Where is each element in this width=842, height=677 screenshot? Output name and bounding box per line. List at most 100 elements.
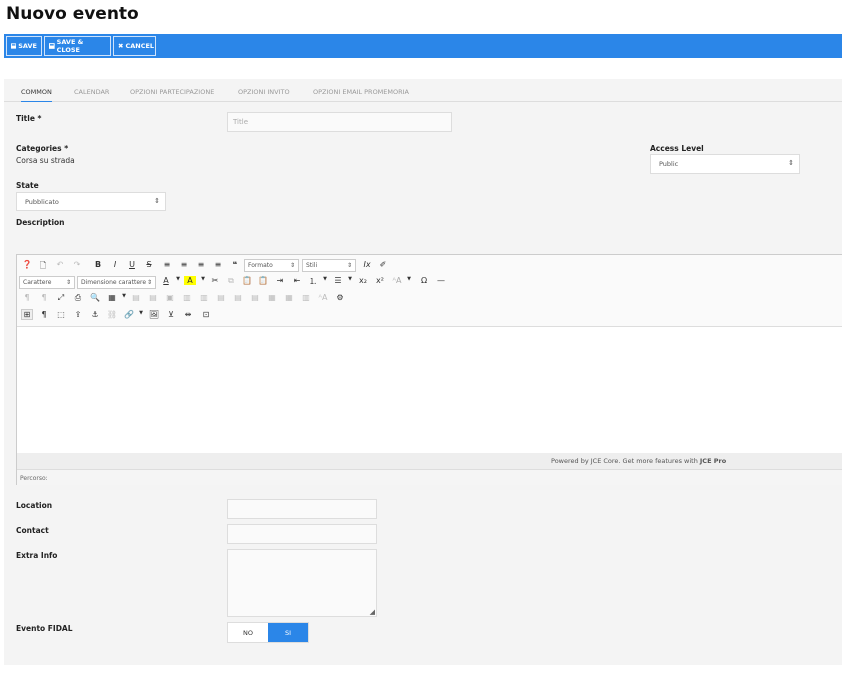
chevron-down-icon[interactable]: ▼ (344, 276, 356, 282)
categories-value[interactable]: Corsa su strada (16, 156, 75, 165)
save-close-button[interactable]: SAVE & CLOSE (44, 36, 111, 56)
link-icon[interactable]: 🔗 (123, 310, 135, 319)
code-icon[interactable]: ⊡ (200, 310, 212, 319)
ltr-icon[interactable]: ¶ (21, 293, 33, 302)
paste-icon[interactable]: 📋 (241, 276, 253, 285)
table-row-icon[interactable]: ▤ (130, 293, 142, 302)
fidal-si-option[interactable]: SI (268, 623, 308, 642)
undo-icon[interactable]: ↶ (54, 260, 66, 269)
font-family-select[interactable]: Carattere ⇕ (19, 276, 75, 289)
chevron-down-icon[interactable]: ▼ (135, 310, 147, 316)
read-more-icon[interactable]: ⊻ (165, 310, 177, 319)
bold-icon[interactable]: B (92, 260, 104, 269)
font-size-adjust-icon[interactable]: ᴬA (391, 276, 403, 285)
font-size-select[interactable]: Dimensione carattere ⇕ (77, 276, 156, 289)
help-icon[interactable]: ❓ (21, 260, 33, 269)
select-arrow-icon: ⇕ (146, 279, 152, 286)
image-icon[interactable]: 🖼 (148, 310, 160, 319)
cleanup-icon[interactable]: ✐ (377, 260, 389, 269)
special-chars-icon[interactable]: Ω (418, 276, 430, 285)
fullscreen-icon[interactable]: ⤢ (55, 293, 67, 303)
tab-opzioni-invito[interactable]: OPZIONI INVITO (238, 88, 290, 96)
unlink-icon[interactable]: ⛓ (106, 310, 118, 319)
show-blocks-icon[interactable]: ¶ (38, 310, 50, 319)
save-icon (49, 43, 55, 49)
styles-select[interactable]: Stili ⇕ (302, 259, 356, 272)
location-input[interactable] (227, 499, 377, 519)
cancel-label: CANCEL (125, 42, 155, 50)
chevron-down-icon[interactable]: ▼ (403, 276, 415, 282)
strikethrough-icon[interactable]: S (143, 260, 155, 269)
anchor-icon[interactable]: ⚓ (89, 310, 101, 319)
background-color-icon[interactable]: A (184, 276, 196, 285)
align-right-icon[interactable]: ≡ (212, 260, 224, 269)
redo-icon[interactable]: ↷ (71, 260, 83, 269)
access-level-label: Access Level (650, 144, 704, 153)
contact-input[interactable] (227, 524, 377, 544)
resize-handle-icon[interactable]: ◢ (370, 608, 375, 616)
column-before-icon[interactable]: ▥ (181, 293, 193, 302)
tab-opzioni-partecipazione[interactable]: OPZIONI PARTECIPAZIONE (130, 88, 214, 96)
copy-icon[interactable]: ⧉ (225, 276, 237, 286)
editor-content-area[interactable] (17, 327, 842, 453)
align-center-icon[interactable]: ≡ (178, 260, 190, 269)
chevron-down-icon[interactable]: ▼ (197, 276, 209, 282)
new-document-icon[interactable]: 🗋 (37, 260, 49, 274)
tab-opzioni-email-promemoria[interactable]: OPZIONI EMAIL PROMEMORIA (313, 88, 409, 96)
visual-aid-icon[interactable]: ⊞ (21, 309, 33, 320)
chevron-down-icon[interactable]: ▼ (319, 276, 331, 282)
table-delete-icon[interactable]: ▣ (164, 293, 176, 302)
row-after-icon[interactable]: ▤ (232, 293, 244, 302)
underline-icon[interactable]: U (126, 260, 138, 269)
chevron-down-icon[interactable]: ▼ (118, 293, 130, 299)
delete-column-icon[interactable]: ▥ (300, 293, 312, 302)
row-before-icon[interactable]: ▤ (215, 293, 227, 302)
spellcheck-icon[interactable]: ᴬA (317, 293, 329, 302)
access-level-select[interactable]: Public ⇕ (650, 154, 800, 174)
chevron-down-icon[interactable]: ▼ (172, 276, 184, 282)
select-arrow-icon: ⇕ (65, 279, 71, 286)
upload-icon[interactable]: ⇪ (72, 310, 84, 319)
jce-pro-link[interactable]: JCE Pro (700, 457, 726, 465)
table-icon[interactable]: ▦ (106, 293, 118, 302)
rtl-icon[interactable]: ¶ (38, 293, 50, 302)
indent-icon[interactable]: ⇥ (274, 276, 286, 285)
description-label: Description (16, 218, 65, 227)
paste-text-icon[interactable]: 📋 (257, 276, 269, 285)
action-toolbar: SAVE SAVE & CLOSE ✖ CANCEL (4, 34, 842, 58)
clear-formatting-icon[interactable]: Ix (361, 260, 373, 269)
print-icon[interactable]: ⎙ (72, 293, 84, 303)
state-select[interactable]: Pubblicato ⇕ (16, 192, 166, 211)
column-after-icon[interactable]: ▥ (198, 293, 210, 302)
search-icon[interactable]: 🔍 (89, 293, 101, 302)
align-justify-icon[interactable]: ≡ (161, 260, 173, 269)
bullet-list-icon[interactable]: ☰ (332, 276, 344, 285)
cut-icon[interactable]: ✂ (209, 276, 221, 285)
blockquote-icon[interactable]: ❝ (229, 260, 241, 269)
save-button[interactable]: SAVE (6, 36, 42, 56)
split-cells-icon[interactable]: ▦ (266, 293, 278, 302)
horizontal-rule-icon[interactable]: — (435, 276, 447, 285)
extra-info-textarea[interactable]: ◢ (227, 549, 377, 617)
align-left-icon[interactable]: ≡ (195, 260, 207, 269)
cancel-button[interactable]: ✖ CANCEL (113, 36, 156, 56)
numbered-list-icon[interactable]: ⒈ (307, 276, 319, 287)
title-input[interactable]: Title (227, 112, 452, 132)
fidal-no-option[interactable]: NO (228, 623, 268, 642)
text-color-icon[interactable]: A (160, 276, 172, 285)
subscript-icon[interactable]: x₂ (357, 276, 369, 285)
gear-icon[interactable]: ⚙ (334, 293, 346, 302)
save-icon (11, 43, 17, 49)
tab-calendar[interactable]: CALENDAR (74, 88, 109, 96)
delete-row-icon[interactable]: ▤ (249, 293, 261, 302)
italic-icon[interactable]: I (109, 260, 121, 269)
superscript-icon[interactable]: x² (374, 276, 386, 285)
insert-layer-icon[interactable]: ⬚ (55, 310, 67, 319)
merge-cells-icon[interactable]: ▦ (283, 293, 295, 302)
table-props-icon[interactable]: ▤ (147, 293, 159, 302)
format-select[interactable]: Formato ⇕ (244, 259, 299, 272)
outdent-icon[interactable]: ⇤ (291, 276, 303, 285)
tab-bar: COMMON CALENDAR OPZIONI PARTECIPAZIONE O… (4, 86, 842, 102)
tab-common[interactable]: COMMON (21, 88, 52, 102)
page-break-icon[interactable]: ⇹ (182, 310, 194, 319)
